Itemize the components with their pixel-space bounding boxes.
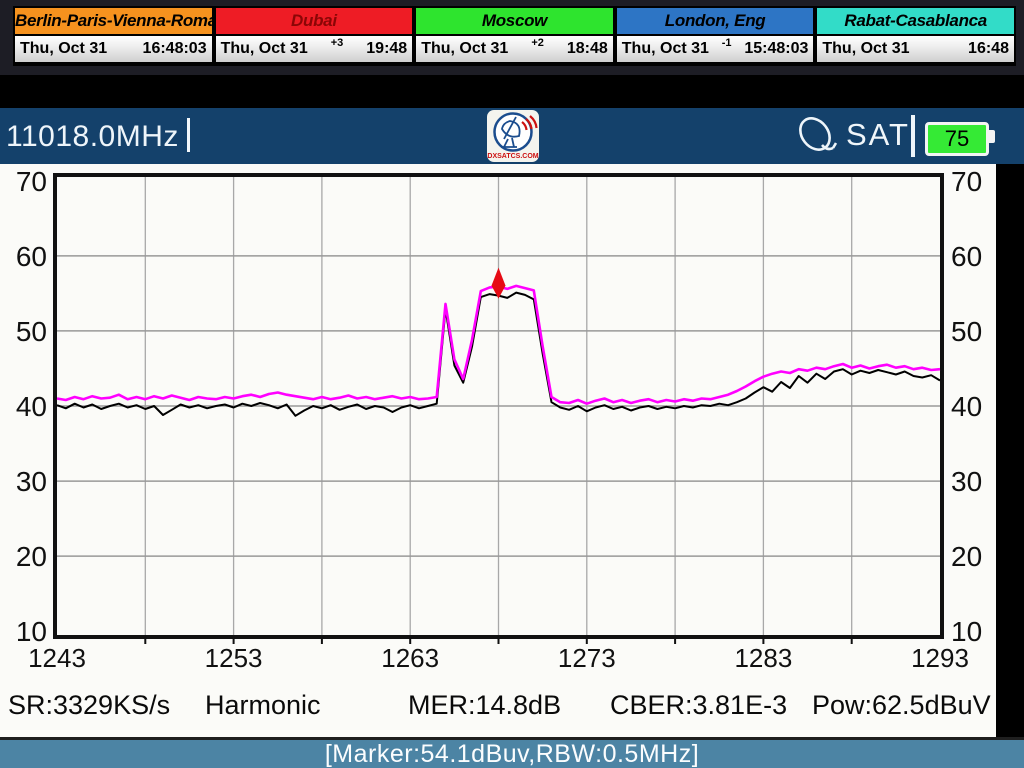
clock-date: Thu, Oct 31 (622, 36, 709, 62)
y-axis-label-right: 60 (951, 241, 982, 272)
mode-readout: Harmonic (205, 690, 321, 721)
y-axis-label-left: 30 (16, 466, 47, 497)
y-axis-label-left: 70 (16, 166, 47, 197)
world-clock-strip: Berlin-Paris-Vienna-Roma Thu, Oct 31 16:… (0, 0, 1024, 75)
x-axis-label: 1243 (28, 643, 86, 673)
y-axis-label-left: 40 (16, 391, 47, 422)
clock-date: Thu, Oct 31 (20, 36, 107, 62)
marker-status-bar: [Marker:54.1dBuv,RBW:0.5MHz] (0, 737, 1024, 768)
battery-percent: 75 (945, 126, 969, 152)
cber-readout: CBER:3.81E-3 (610, 690, 787, 721)
clock-time-row: Thu, Oct 31 16:48 (817, 36, 1014, 62)
y-axis-label-right: 40 (951, 391, 982, 422)
clock-utc-offset: -1 (709, 30, 744, 56)
y-axis-label-right: 50 (951, 316, 982, 347)
clock-time-row: Thu, Oct 31 +2 18:48 (416, 36, 613, 62)
header-separator (911, 115, 915, 157)
power-readout: Pow:62.5dBuV (812, 690, 991, 721)
y-axis-label-left: 50 (16, 316, 47, 347)
frequency-input[interactable]: 11018.0MHz (6, 118, 190, 154)
x-axis-label: 1273 (558, 643, 616, 673)
clock-time: 16:48:03 (143, 36, 207, 62)
y-axis-label-right: 30 (951, 466, 982, 497)
symbol-rate-readout: SR:3329KS/s (8, 690, 170, 721)
y-axis-label-left: 60 (16, 241, 47, 272)
y-axis-label-right: 20 (951, 541, 982, 572)
clock-panel-berlin: Berlin-Paris-Vienna-Roma Thu, Oct 31 16:… (13, 6, 214, 66)
clock-panel-moscow: Moscow Thu, Oct 31 +2 18:48 (414, 6, 615, 66)
frequency-value: 11018.0MHz (6, 120, 179, 153)
clock-time-row: Thu, Oct 31 -1 15:48:03 (617, 36, 814, 62)
clock-panel-london: London, Eng Thu, Oct 31 -1 15:48:03 (615, 6, 816, 66)
clock-date: Thu, Oct 31 (822, 36, 909, 62)
spectrum-chart: 7070606050504040303020201010124312531263… (0, 164, 1024, 737)
clock-date: Thu, Oct 31 (421, 36, 508, 62)
battery-nub (989, 130, 995, 143)
city-label: Berlin-Paris-Vienna-Roma (15, 8, 212, 36)
text-cursor (187, 118, 190, 152)
clock-utc-offset: +3 (308, 30, 367, 56)
clock-time: 15:48:03 (744, 36, 808, 62)
satellite-meter-screen: Berlin-Paris-Vienna-Roma Thu, Oct 31 16:… (0, 0, 1024, 768)
marker-text: [Marker:54.1dBuv,RBW:0.5MHz] (325, 740, 699, 768)
clock-panel-dubai: Dubai Thu, Oct 31 +3 19:48 (214, 6, 415, 66)
mer-readout: MER:14.8dB (408, 690, 561, 721)
clock-time-row: Thu, Oct 31 16:48:03 (15, 36, 212, 62)
city-label: Rabat-Casablanca (817, 8, 1014, 36)
y-axis-label-left: 20 (16, 541, 47, 572)
x-axis-label: 1293 (911, 643, 969, 673)
world-clock-bar: Berlin-Paris-Vienna-Roma Thu, Oct 31 16:… (13, 6, 1016, 66)
separator-strip (0, 75, 1024, 108)
x-axis-label: 1253 (205, 643, 263, 673)
clock-date: Thu, Oct 31 (221, 36, 308, 62)
logo-text: DXSATCS.COM (487, 153, 538, 160)
meter-header: 11018.0MHz DXSATCS.COM SAT 75 (0, 108, 1024, 166)
clock-time-row: Thu, Oct 31 +3 19:48 (216, 36, 413, 62)
clock-time: 19:48 (366, 36, 407, 62)
satellite-dish-icon (793, 114, 845, 160)
clock-utc-offset: +2 (508, 30, 567, 56)
clock-panel-rabat: Rabat-Casablanca Thu, Oct 31 16:48 (815, 6, 1016, 66)
y-axis-label-right: 70 (951, 166, 982, 197)
sat-mode-label: SAT (846, 117, 910, 153)
clock-time: 18:48 (567, 36, 608, 62)
x-axis-label: 1283 (734, 643, 792, 673)
dxsatcs-logo: DXSATCS.COM (486, 109, 540, 163)
battery-indicator: 75 (925, 122, 989, 156)
clock-time: 16:48 (968, 36, 1009, 62)
x-axis-label: 1263 (381, 643, 439, 673)
